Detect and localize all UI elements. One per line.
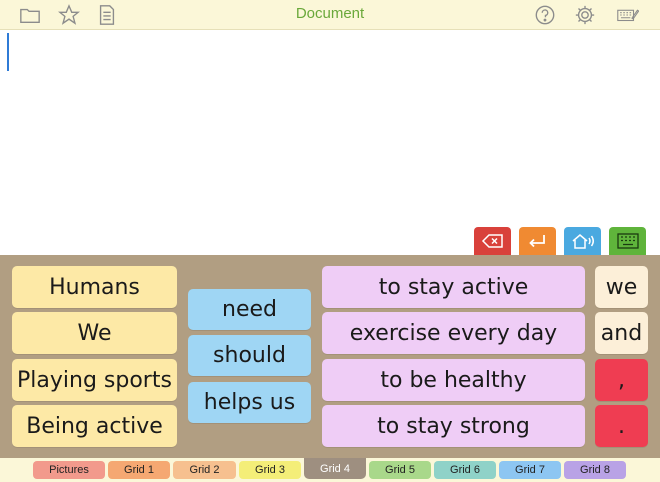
top-toolbar: Document [0,0,660,30]
grid-cell-and[interactable]: and [595,312,648,354]
grid-cell-comma[interactable]: , [595,359,648,401]
grid-cell-being-active[interactable]: Being active [12,405,177,447]
tab-grid-4[interactable]: Grid 4 [304,458,366,479]
word-grid: Humans We Playing sports Being active ne… [0,255,660,458]
grid-cell-helps-us[interactable]: helps us [188,382,311,423]
gear-icon[interactable] [573,3,597,27]
grid-cell-playing-sports[interactable]: Playing sports [12,359,177,401]
app-window: Document Humans We Playing sports Being … [0,0,660,482]
document-text-area[interactable] [0,31,660,255]
help-icon[interactable] [533,3,557,27]
text-caret [7,33,9,71]
tab-grid-3[interactable]: Grid 3 [239,461,301,479]
keyboard-edit-icon[interactable] [614,3,642,27]
tab-pictures[interactable]: Pictures [33,461,105,479]
keyboard-button[interactable] [609,227,646,255]
home-speaker-icon [572,234,594,249]
grid-tab-bar: Pictures Grid 1 Grid 2 Grid 3 Grid 4 Gri… [0,458,660,482]
grid-cell-exercise-every-day[interactable]: exercise every day [322,312,585,354]
enter-button[interactable] [519,227,556,255]
tab-grid-1[interactable]: Grid 1 [108,461,170,479]
grid-cell-should[interactable]: should [188,335,311,376]
grid-cell-to-be-healthy[interactable]: to be healthy [322,359,585,401]
tab-grid-6[interactable]: Grid 6 [434,461,496,479]
grid-cell-to-stay-strong[interactable]: to stay strong [322,405,585,447]
keyboard-icon [616,233,639,249]
speak-button[interactable] [564,227,601,255]
document-title: Document [295,5,365,22]
tab-grid-7[interactable]: Grid 7 [499,461,561,479]
grid-cell-we-lower[interactable]: we [595,266,648,308]
tab-grid-2[interactable]: Grid 2 [173,461,236,479]
grid-cell-to-stay-active[interactable]: to stay active [322,266,585,308]
tab-grid-5[interactable]: Grid 5 [369,461,431,479]
grid-cell-humans[interactable]: Humans [12,266,177,308]
delete-button[interactable] [474,227,511,255]
grid-cell-need[interactable]: need [188,289,311,330]
backspace-icon [481,234,503,248]
grid-cell-period[interactable]: . [595,405,648,447]
tab-grid-8[interactable]: Grid 8 [564,461,626,479]
grid-cell-we[interactable]: We [12,312,177,354]
return-arrow-icon [528,235,545,248]
